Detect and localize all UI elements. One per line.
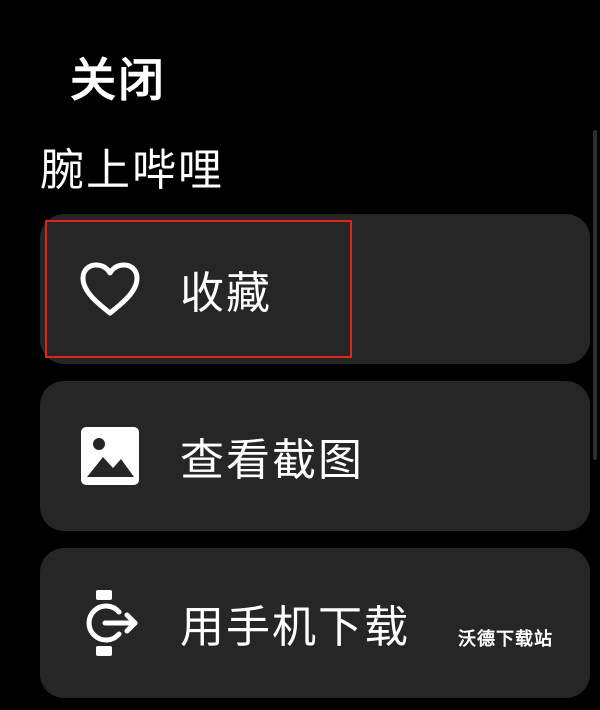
download-on-phone-label: 用手机下载 [180, 602, 410, 653]
close-button[interactable]: 关闭 [70, 44, 166, 110]
download-on-phone-button[interactable]: 用手机下载 [40, 548, 590, 698]
scrollbar[interactable] [593, 130, 597, 460]
image-icon [76, 422, 144, 490]
favorite-label: 收藏 [180, 268, 272, 319]
favorite-button[interactable]: 收藏 [40, 214, 590, 364]
view-screenshots-button[interactable]: 查看截图 [40, 381, 590, 531]
view-screenshots-label: 查看截图 [180, 435, 364, 486]
page-title: 腕上哔哩 [40, 145, 224, 196]
watch-screen: 关闭 腕上哔哩 收藏 查看截图 用手机下载 沃德下载站 [0, 0, 600, 710]
watermark: 沃德下载站 [458, 629, 553, 650]
watch-export-icon [76, 589, 144, 657]
heart-icon [76, 255, 144, 323]
